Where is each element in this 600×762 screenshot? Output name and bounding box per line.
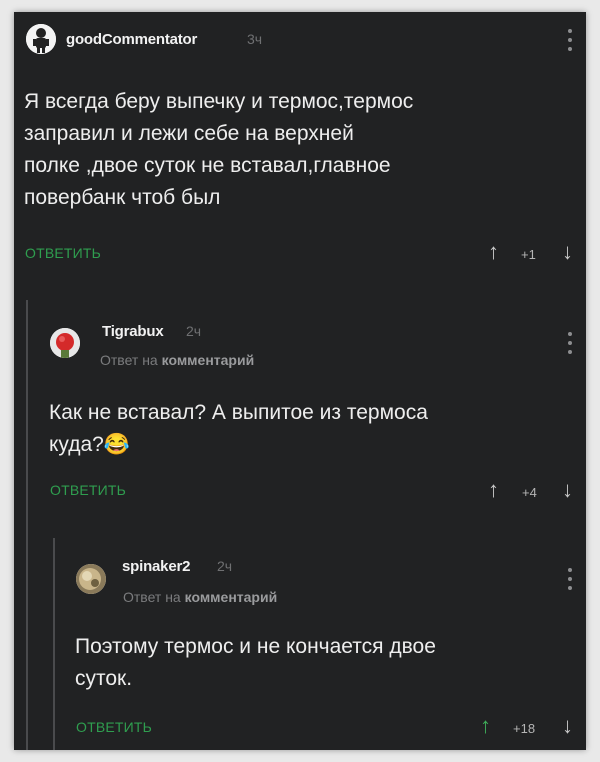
vote-down-icon[interactable]: ↓: [562, 715, 573, 737]
more-options-icon[interactable]: [568, 29, 572, 51]
comment-author[interactable]: spinaker2: [122, 558, 190, 575]
comment-text: Как не вставал? А выпитое из термоса куд…: [49, 401, 428, 456]
avatar[interactable]: [76, 564, 106, 594]
reply-target-link[interactable]: комментарий: [162, 352, 255, 368]
reply-button[interactable]: ОТВЕТИТЬ: [25, 245, 101, 261]
avatar[interactable]: [26, 24, 56, 54]
comment-author[interactable]: goodCommentator: [66, 31, 197, 48]
comment-score: +18: [513, 721, 536, 736]
user-avatar-icon: [50, 328, 80, 358]
vote-up-icon[interactable]: ↑: [480, 715, 491, 737]
vote-down-icon[interactable]: ↓: [562, 479, 573, 501]
vote-down-icon[interactable]: ↓: [562, 241, 573, 263]
comment-score: +4: [522, 485, 537, 500]
comment-text: Поэтому термос и не кончается двое суток…: [75, 635, 436, 690]
comment-text: Я всегда беру выпечку и термос,термос за…: [24, 90, 414, 209]
user-avatar-icon: [76, 564, 106, 594]
user-avatar-icon: [26, 24, 56, 54]
comment-time: 3ч: [247, 31, 263, 47]
more-options-icon[interactable]: [568, 568, 572, 590]
reply-prefix: Ответ на: [100, 352, 158, 368]
comment-time: 2ч: [217, 558, 233, 574]
comment-author[interactable]: Tigrabux: [102, 323, 164, 340]
reply-target-link[interactable]: комментарий: [185, 589, 278, 605]
reply-info: Ответ на комментарий: [100, 352, 254, 368]
avatar[interactable]: [50, 328, 80, 358]
vote-up-icon[interactable]: ↑: [488, 479, 499, 501]
more-options-icon[interactable]: [568, 332, 572, 354]
comment-time: 2ч: [186, 323, 202, 339]
comments-panel: goodCommentator 3ч Я всегда беру выпечку…: [14, 12, 586, 750]
reply-button[interactable]: ОТВЕТИТЬ: [50, 482, 126, 498]
comment: goodCommentator 3ч Я всегда беру выпечку…: [14, 12, 586, 282]
reply-prefix: Ответ на: [123, 589, 181, 605]
thread-line: [53, 538, 55, 750]
reply-button[interactable]: ОТВЕТИТЬ: [76, 719, 152, 735]
thread-line: [26, 300, 28, 750]
reply-info: Ответ на комментарий: [123, 589, 277, 605]
comment-score: +1: [521, 247, 536, 262]
vote-up-icon[interactable]: ↑: [488, 241, 499, 263]
